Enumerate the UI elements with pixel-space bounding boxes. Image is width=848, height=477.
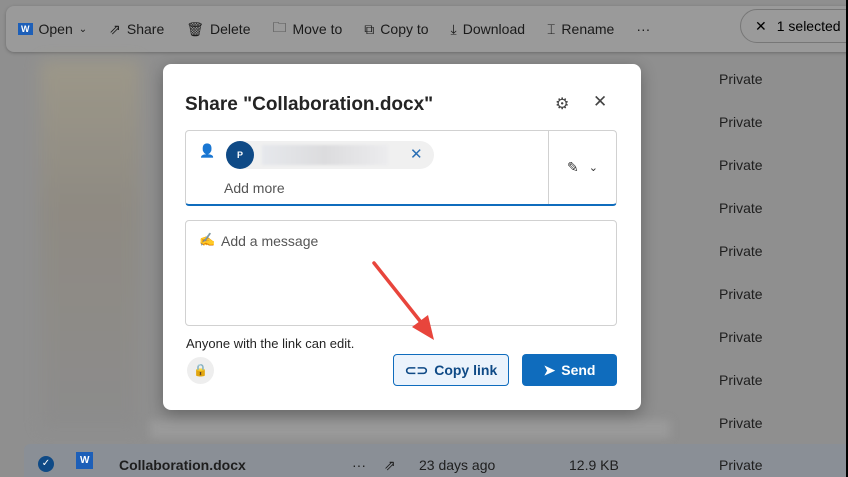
folder-move-icon: 🗀 xyxy=(272,19,287,35)
modified: 23 days ago xyxy=(419,457,496,473)
dialog-title: Share "Collaboration.docx" xyxy=(185,94,434,115)
sharing-status: Private xyxy=(719,243,763,259)
people-picker[interactable]: 👤 P ✕ Add more ✎ ⌄ xyxy=(185,130,617,206)
sharing-status: Private xyxy=(719,157,763,173)
send-button[interactable]: ➤ Send xyxy=(522,354,617,386)
selected-count: 1 selected xyxy=(776,18,841,34)
trash-icon: 🗑 xyxy=(186,20,205,37)
download-icon: ⤓ xyxy=(450,20,457,37)
file-name[interactable]: Collaboration.docx xyxy=(119,457,246,473)
open-label: Open xyxy=(38,21,73,37)
copy-to-button[interactable]: ⧉ Copy to xyxy=(364,21,428,38)
send-label: Send xyxy=(561,362,596,378)
checkmark-icon[interactable]: ✓ xyxy=(38,456,54,472)
open-button[interactable]: W Open ⌄ xyxy=(18,21,87,37)
move-to-label: Move to xyxy=(292,21,343,37)
sharing-status: Private xyxy=(719,372,763,388)
blurred-thumbnails xyxy=(40,60,140,430)
rename-icon: ⌶ xyxy=(547,20,556,37)
more-label: ··· xyxy=(636,21,651,37)
sharing-status: Private xyxy=(719,415,763,431)
share-label: Share xyxy=(126,21,165,37)
sharing-status: Private xyxy=(719,114,763,130)
link-settings-text[interactable]: Anyone with the link can edit. xyxy=(186,336,354,351)
chevron-down-icon: ⌄ xyxy=(78,23,88,35)
send-icon: ➤ xyxy=(543,361,556,378)
copy-to-label: Copy to xyxy=(380,21,429,37)
recipient-chip[interactable]: P ✕ xyxy=(226,141,434,169)
copy-link-button[interactable]: ⊂⊃ Copy link xyxy=(393,354,509,386)
download-button[interactable]: ⤓ Download xyxy=(451,21,525,38)
delete-button[interactable]: 🗑 Delete xyxy=(186,21,250,38)
sharing-status: Private xyxy=(719,457,763,473)
remove-recipient-icon[interactable]: ✕ xyxy=(410,145,423,163)
sharing-status: Private xyxy=(719,71,763,87)
gear-icon[interactable]: ⚙ xyxy=(555,94,569,114)
close-icon: ✕ xyxy=(755,17,767,34)
sharing-status: Private xyxy=(719,286,763,302)
rename-label: Rename xyxy=(561,21,615,37)
pencil-icon: ✎ xyxy=(567,159,579,175)
edit-icon: ✍ xyxy=(199,232,216,247)
permission-dropdown[interactable]: ✎ ⌄ xyxy=(548,131,616,204)
copy-link-label: Copy link xyxy=(434,362,498,378)
lock-icon[interactable]: 🔒 xyxy=(187,357,214,384)
command-bar: W Open ⌄ ⇗ Share 🗑 Delete 🗀 Move to ⧉ Copy to … xyxy=(6,6,846,52)
share-dialog: Share "Collaboration.docx" ⚙ ✕ 👤 P ✕ Add… xyxy=(163,64,641,410)
copy-icon: ⧉ xyxy=(364,20,375,37)
link-icon: ⊂⊃ xyxy=(404,361,429,378)
message-placeholder: Add a message xyxy=(221,233,319,249)
message-field[interactable]: ✍ Add a message xyxy=(185,220,617,326)
sharing-status: Private xyxy=(719,329,763,345)
share-icon[interactable]: ⇗ xyxy=(384,457,396,474)
more-button[interactable]: ··· xyxy=(636,21,650,37)
word-icon: W xyxy=(18,23,33,35)
share-icon: ⇗ xyxy=(109,20,121,37)
word-file-icon: W xyxy=(76,452,94,469)
clear-selection-button[interactable]: ✕ 1 selected xyxy=(740,9,846,43)
table-row-selected[interactable]: ✓ W Collaboration.docx ··· ⇗ 23 days ago… xyxy=(24,444,846,477)
download-label: Download xyxy=(462,21,526,37)
share-button[interactable]: ⇗ Share xyxy=(109,21,164,38)
file-size: 12.9 KB xyxy=(569,457,619,473)
blurred-recipient-name xyxy=(262,145,388,165)
close-icon[interactable]: ✕ xyxy=(593,92,607,112)
blurred-row xyxy=(150,420,670,438)
more-actions[interactable]: ··· xyxy=(352,457,366,473)
sharing-status: Private xyxy=(719,200,763,216)
move-to-button[interactable]: 🗀 Move to xyxy=(272,17,342,41)
person-icon: 👤 xyxy=(199,143,216,158)
chevron-down-icon: ⌄ xyxy=(588,162,598,174)
rename-button[interactable]: ⌶ Rename xyxy=(547,21,614,38)
avatar: P xyxy=(226,141,254,169)
delete-label: Delete xyxy=(210,21,251,37)
add-more-input[interactable]: Add more xyxy=(224,180,285,196)
